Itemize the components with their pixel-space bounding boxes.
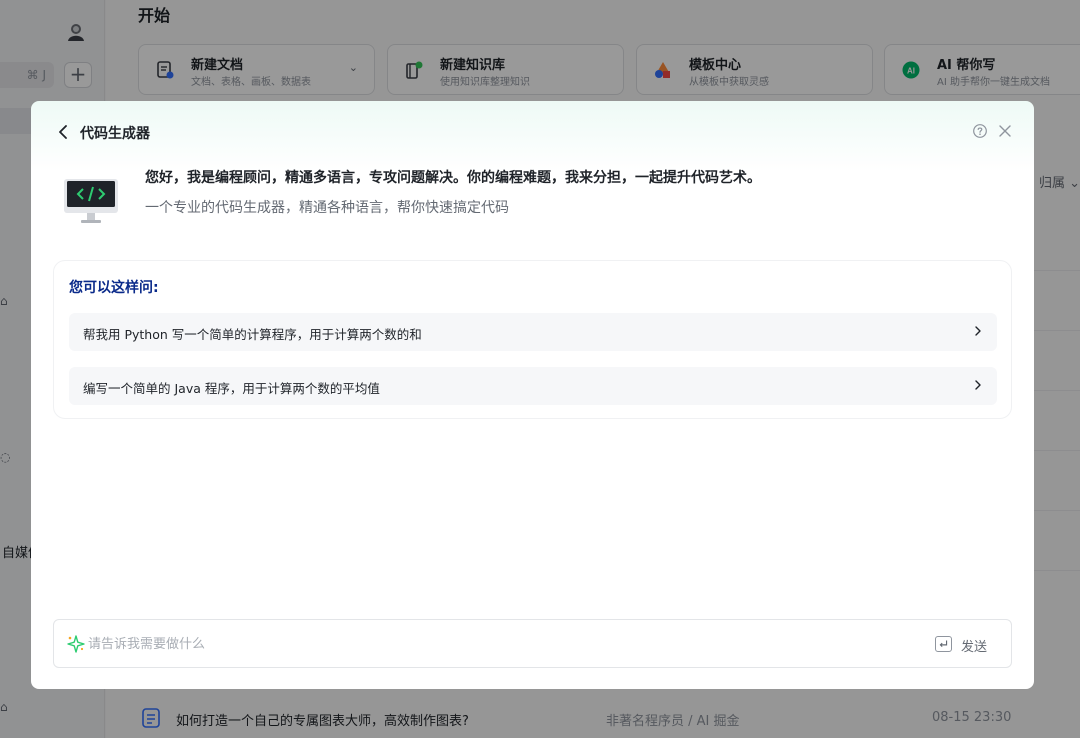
suggestion-text: 编写一个简单的 Java 程序，用于计算两个数的平均值 <box>83 381 380 396</box>
suggestion-text: 帮我用 Python 写一个简单的计算程序，用于计算两个数的和 <box>83 327 422 342</box>
prompt-input-box[interactable]: 发送 <box>53 619 1012 668</box>
help-icon[interactable] <box>972 123 988 139</box>
suggestion-item[interactable]: 帮我用 Python 写一个简单的计算程序，用于计算两个数的和 <box>69 313 997 351</box>
chevron-right-icon <box>975 380 981 390</box>
code-monitor-icon <box>64 179 118 223</box>
prompt-input[interactable] <box>88 632 888 656</box>
suggestion-card: 您可以这样问: 帮我用 Python 写一个简单的计算程序，用于计算两个数的和 … <box>53 260 1012 419</box>
chevron-right-icon <box>975 326 981 336</box>
suggestion-heading: 您可以这样问: <box>69 280 159 296</box>
code-generator-dialog: 代码生成器 您好，我是编程顾问，精通多语言，专攻问题解决。你的编程难题，我来分担… <box>31 101 1034 689</box>
suggestion-item[interactable]: 编写一个简单的 Java 程序，用于计算两个数的平均值 <box>69 367 997 405</box>
close-icon[interactable] <box>997 123 1013 139</box>
assistant-subtitle: 一个专业的代码生成器，精通各种语言，帮你快速搞定代码 <box>145 200 509 216</box>
send-label: 发送 <box>961 640 988 655</box>
sparkle-icon <box>67 635 85 653</box>
back-arrow-icon[interactable] <box>55 122 71 142</box>
enter-key-icon <box>935 636 952 652</box>
assistant-greeting: 您好，我是编程顾问，精通多语言，专攻问题解决。你的编程难题，我来分担，一起提升代… <box>145 170 761 186</box>
dialog-title: 代码生成器 <box>80 126 150 142</box>
